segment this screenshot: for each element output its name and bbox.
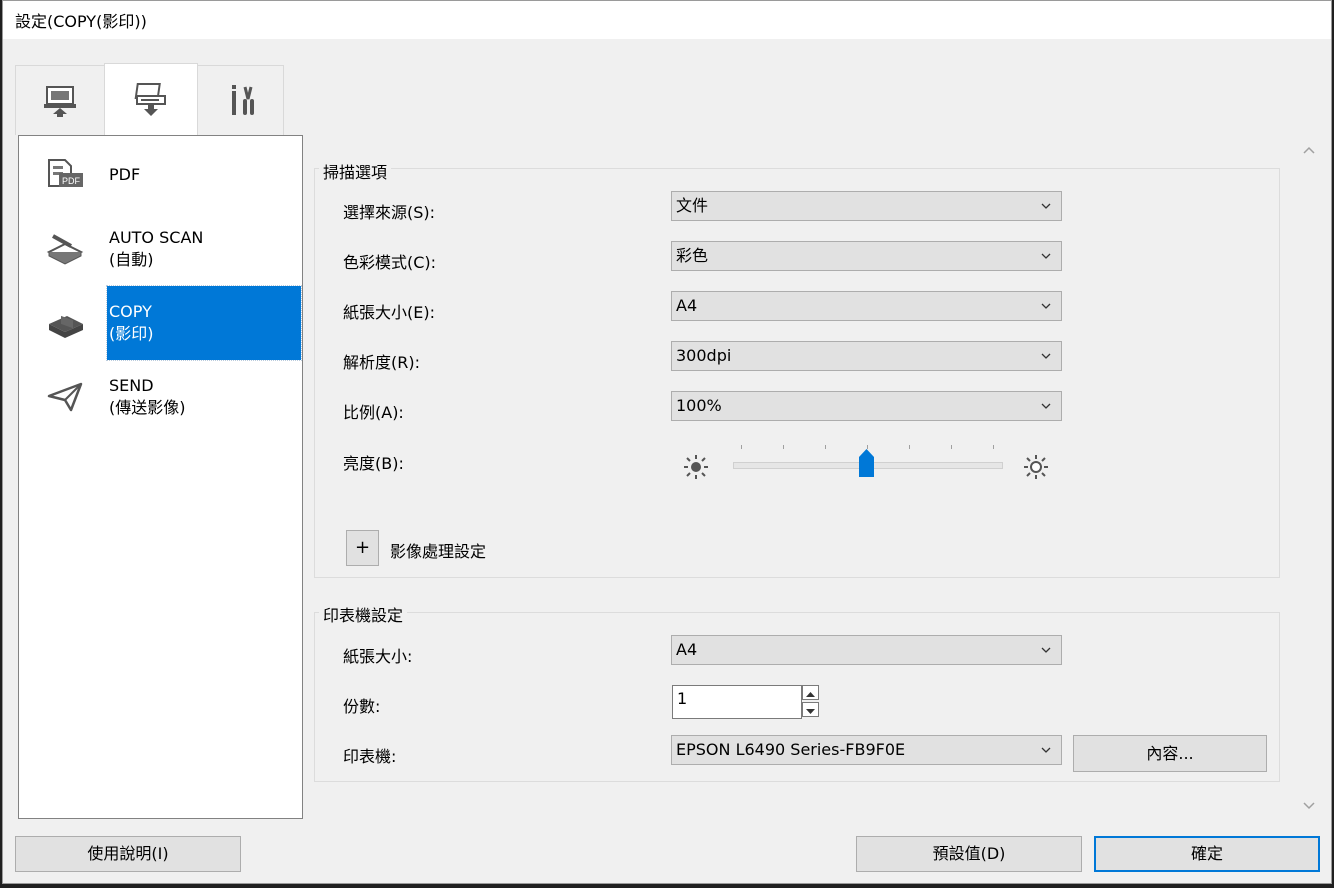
scan-options-title: 掃描選項 bbox=[319, 159, 392, 183]
arrow-down-icon bbox=[806, 709, 815, 714]
chevron-down-icon bbox=[1041, 253, 1051, 259]
mode-name: AUTO SCAN bbox=[109, 228, 204, 247]
printer-label: 印表機: bbox=[343, 747, 397, 766]
mode-label: COPY (影印) bbox=[106, 285, 302, 361]
source-select[interactable]: 文件 bbox=[671, 191, 1062, 221]
mode-subname: (傳送影像) bbox=[109, 398, 186, 417]
ok-button[interactable]: 確定 bbox=[1094, 836, 1320, 872]
printer-paper-size-label: 紙張大小: bbox=[343, 647, 413, 666]
arrow-up-icon bbox=[806, 692, 815, 697]
slider-tick bbox=[909, 445, 910, 449]
scanner-download-icon bbox=[134, 83, 166, 116]
printer-properties-button[interactable]: 內容... bbox=[1073, 735, 1267, 772]
color-mode-select[interactable]: 彩色 bbox=[671, 241, 1062, 271]
printer-value: EPSON L6490 Series-FB9F0E bbox=[676, 740, 906, 759]
printer-paper-size-select[interactable]: A4 bbox=[671, 635, 1062, 665]
resolution-select[interactable]: 300dpi bbox=[671, 341, 1062, 371]
tab-tools[interactable] bbox=[197, 65, 284, 135]
scroll-down-icon[interactable] bbox=[1303, 801, 1315, 811]
default-button[interactable]: 預設值(D) bbox=[856, 836, 1082, 872]
title-bar: 設定(COPY(影印)) bbox=[3, 1, 1331, 39]
chevron-down-icon bbox=[1041, 303, 1051, 309]
tools-icon bbox=[231, 84, 254, 115]
brightness-high-icon bbox=[1024, 455, 1048, 479]
help-button[interactable]: 使用說明(I) bbox=[15, 836, 241, 872]
copies-up-button[interactable] bbox=[802, 685, 819, 700]
scan-options-group bbox=[314, 168, 1280, 578]
color-mode-value: 彩色 bbox=[676, 246, 709, 265]
pdf-icon: PDF bbox=[48, 159, 83, 187]
mode-item-pdf[interactable]: PDF PDF bbox=[19, 138, 302, 212]
printer-select[interactable]: EPSON L6490 Series-FB9F0E bbox=[671, 735, 1062, 765]
printer-paper-size-value: A4 bbox=[676, 640, 698, 659]
mode-subname: (影印) bbox=[109, 324, 154, 343]
chevron-down-icon bbox=[1041, 203, 1051, 209]
settings-scrollbar[interactable] bbox=[1297, 135, 1321, 819]
chevron-down-icon bbox=[1041, 747, 1051, 753]
mode-name: PDF bbox=[109, 165, 141, 184]
window-title: 設定(COPY(影印)) bbox=[15, 12, 147, 31]
settings-window: 設定(COPY(影印)) PDF PDF AUTO SCAN (自動) COPY… bbox=[2, 0, 1332, 884]
color-mode-label: 色彩模式(C): bbox=[343, 253, 437, 272]
mode-subname: (自動) bbox=[109, 250, 154, 269]
slider-tick bbox=[993, 445, 994, 449]
scale-select[interactable]: 100% bbox=[671, 391, 1062, 421]
scale-label: 比例(A): bbox=[343, 403, 404, 422]
mode-list: PDF PDF AUTO SCAN (自動) COPY (影印) SEND (傳… bbox=[18, 135, 303, 819]
paper-size-select[interactable]: A4 bbox=[671, 291, 1062, 321]
slider-tick bbox=[783, 445, 784, 449]
copies-input[interactable]: 1 bbox=[672, 685, 802, 719]
scroll-up-icon[interactable] bbox=[1303, 145, 1315, 155]
auto-scan-icon bbox=[46, 234, 84, 265]
brightness-label: 亮度(B): bbox=[343, 454, 404, 473]
tab-computer[interactable] bbox=[15, 65, 105, 135]
slider-tick bbox=[741, 445, 742, 449]
mode-name: SEND bbox=[109, 376, 154, 395]
paper-size-label: 紙張大小(E): bbox=[343, 303, 435, 322]
brightness-low-icon bbox=[684, 455, 708, 479]
paper-size-value: A4 bbox=[676, 296, 698, 315]
slider-tick bbox=[825, 445, 826, 449]
settings-panel: 掃描選項 選擇來源(S): 文件 色彩模式(C): 彩色 紙張大小(E): A4… bbox=[305, 135, 1321, 819]
mode-label: PDF bbox=[107, 138, 301, 212]
computer-upload-icon bbox=[44, 85, 76, 117]
printer-settings-title: 印表機設定 bbox=[319, 602, 408, 626]
copies-down-button[interactable] bbox=[802, 702, 819, 717]
resolution-label: 解析度(R): bbox=[343, 353, 420, 372]
mode-item-copy[interactable]: COPY (影印) bbox=[19, 285, 302, 361]
chevron-down-icon bbox=[1041, 403, 1051, 409]
chevron-down-icon bbox=[1041, 353, 1051, 359]
slider-tick bbox=[951, 445, 952, 449]
chevron-down-icon bbox=[1041, 647, 1051, 653]
image-processing-label: 影像處理設定 bbox=[390, 542, 487, 561]
resolution-value: 300dpi bbox=[676, 346, 732, 365]
expand-image-processing-button[interactable]: + bbox=[346, 530, 379, 566]
source-value: 文件 bbox=[676, 196, 709, 215]
copies-label: 份數: bbox=[343, 697, 381, 716]
source-label: 選擇來源(S): bbox=[343, 203, 436, 222]
svg-text:PDF: PDF bbox=[62, 176, 81, 186]
mode-label: SEND (傳送影像) bbox=[107, 360, 301, 434]
mode-label: AUTO SCAN (自動) bbox=[107, 212, 301, 286]
tab-scanner[interactable] bbox=[104, 63, 198, 136]
mode-item-auto-scan[interactable]: AUTO SCAN (自動) bbox=[19, 212, 302, 286]
scale-value: 100% bbox=[676, 396, 722, 415]
brightness-slider-thumb[interactable] bbox=[859, 449, 874, 477]
mode-item-send[interactable]: SEND (傳送影像) bbox=[19, 360, 302, 434]
mode-name: COPY bbox=[109, 302, 152, 321]
copy-icon bbox=[49, 315, 83, 338]
send-icon bbox=[47, 382, 83, 412]
